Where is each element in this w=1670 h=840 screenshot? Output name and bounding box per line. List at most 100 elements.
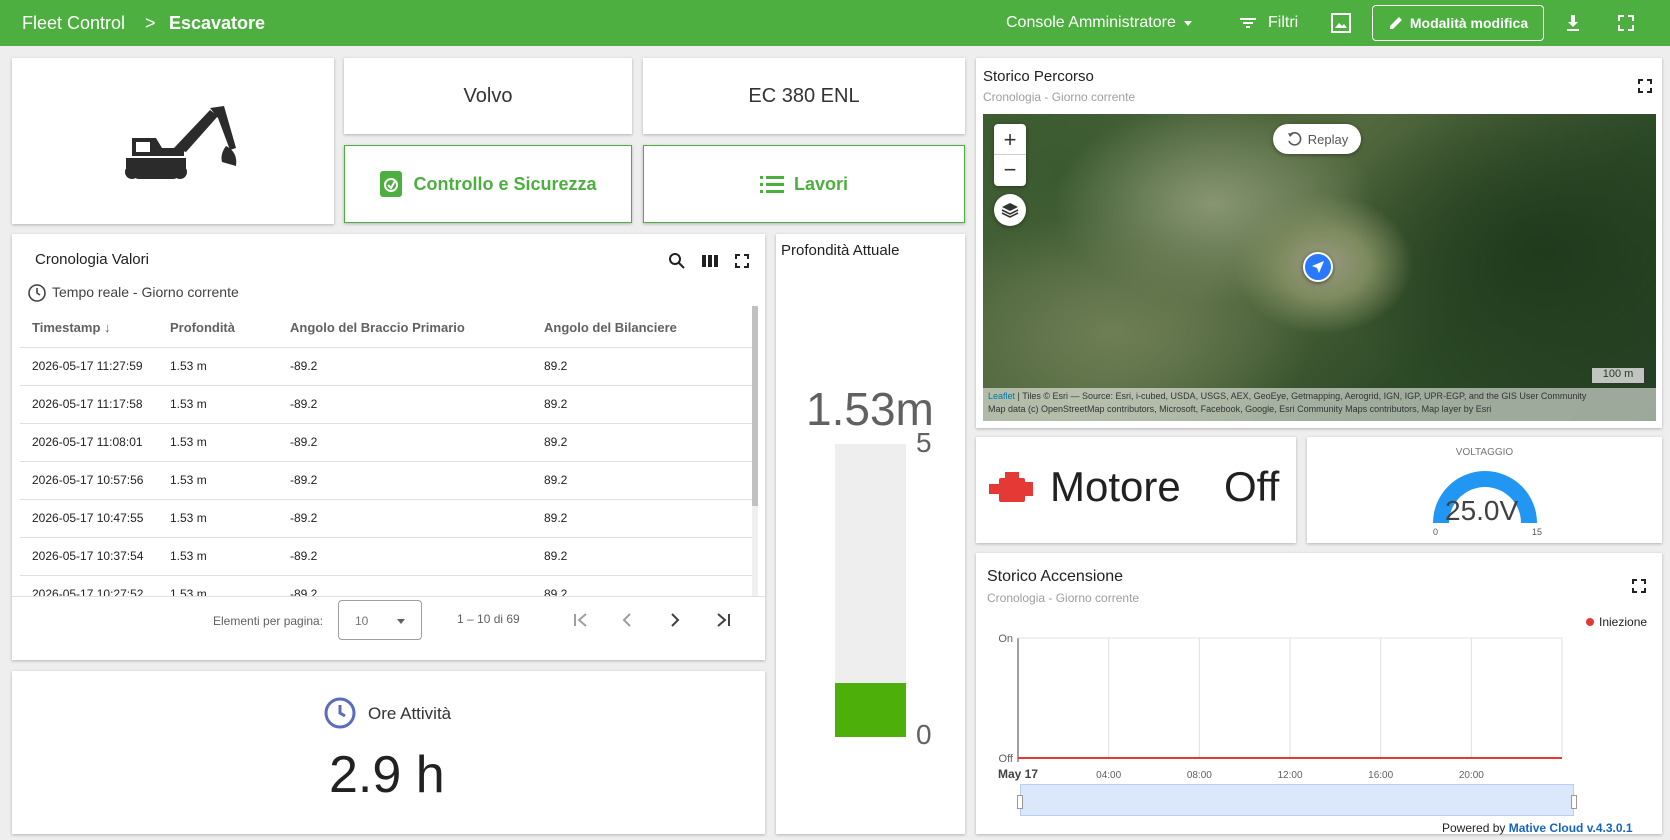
table-row[interactable]: 2026-05-17 11:08:01 1.53 m -89.2 89.2 xyxy=(20,423,756,462)
y-tick-label: Off xyxy=(999,753,1014,765)
last-page-icon[interactable] xyxy=(714,611,732,629)
brand-card: Volvo xyxy=(344,58,632,134)
first-page-icon[interactable] xyxy=(572,611,590,629)
fullscreen-icon xyxy=(1618,15,1634,31)
zoom-in-button[interactable]: + xyxy=(994,124,1026,155)
list-icon xyxy=(759,176,784,193)
leaflet-link[interactable]: Leaflet xyxy=(988,391,1015,401)
dashboard-image-button[interactable] xyxy=(1330,0,1352,46)
x-tick-label: 12:00 xyxy=(1277,770,1302,781)
column-header-depth[interactable]: Profondità xyxy=(158,309,278,348)
depth-value-label: 1.53m xyxy=(806,383,934,435)
replay-icon xyxy=(1287,132,1302,146)
engine-card: Motore Off xyxy=(976,437,1296,543)
top-bar: Fleet Control > Escavatore Console Ammin… xyxy=(0,0,1670,46)
console-selector[interactable]: Console Amministratore xyxy=(1006,0,1194,46)
next-page-icon[interactable] xyxy=(666,611,684,629)
model-label: EC 380 ENL xyxy=(748,84,860,107)
navigation-arrow-icon xyxy=(1312,261,1324,273)
sort-arrow-icon: ↓ xyxy=(104,320,111,336)
filters-label: Filtri xyxy=(1268,14,1299,31)
brand-link[interactable]: Mative Cloud v.4.3.0.1 xyxy=(1509,821,1633,835)
prev-page-icon[interactable] xyxy=(618,611,636,629)
engine-label: Motore xyxy=(1050,463,1181,510)
ignition-title: Storico Accensione xyxy=(987,568,1124,585)
filters-button[interactable]: Filtri xyxy=(1238,0,1298,46)
depth-min-label: 0 xyxy=(916,719,932,750)
expand-icon[interactable] xyxy=(1637,78,1653,94)
brand-label: Volvo xyxy=(463,84,513,107)
history-title: Cronologia Valori xyxy=(35,251,149,268)
safety-control-button[interactable]: Controllo e Sicurezza xyxy=(344,145,632,223)
breadcrumb-root[interactable]: Fleet Control xyxy=(22,13,125,34)
powered-by: Powered by Mative Cloud v.4.3.0.1 xyxy=(1442,821,1633,835)
caret-down-icon xyxy=(1183,21,1192,26)
safety-control-label: Controllo e Sicurezza xyxy=(413,173,597,194)
range-navigator[interactable] xyxy=(1017,784,1577,816)
vehicle-marker[interactable] xyxy=(1303,252,1333,282)
fullscreen-button[interactable] xyxy=(1617,0,1635,46)
satellite-map[interactable]: + − Replay 100 m Leaflet | Tiles © Esri … xyxy=(983,114,1656,421)
voltage-max-label: 15 xyxy=(1532,527,1543,537)
y-tick-label: On xyxy=(998,633,1013,645)
console-label: Console Amministratore xyxy=(1006,14,1176,31)
zoom-out-button[interactable]: − xyxy=(994,155,1026,185)
depth-bar-fill xyxy=(835,683,906,737)
map-scale: 100 m xyxy=(1591,368,1645,384)
table-header-row: Timestamp ↓ Profondità Angolo del Bracci… xyxy=(20,309,756,348)
voltage-card: VOLTAGGIO 25.0V 0 15 xyxy=(1307,437,1662,543)
vertical-scrollbar[interactable] xyxy=(752,306,758,596)
replay-label: Replay xyxy=(1307,131,1349,147)
history-table: Timestamp ↓ Profondità Angolo del Bracci… xyxy=(20,309,756,614)
depth-title: Profondità Attuale xyxy=(781,242,900,259)
jobs-button[interactable]: Lavori xyxy=(643,145,965,223)
column-header-boom-angle[interactable]: Angolo del Braccio Primario xyxy=(278,309,532,348)
activity-card: Ore Attività 2.9 h xyxy=(12,671,765,834)
ignition-chart: May 17 04:00 08:00 12:00 16:00 20:00 Off On xyxy=(998,633,1563,781)
x-tick-label: 20:00 xyxy=(1459,770,1484,781)
expand-icon[interactable] xyxy=(1631,578,1647,594)
paginator: Elementi per pagina: 10 1 – 10 di 69 xyxy=(12,596,765,648)
replay-button[interactable]: Replay xyxy=(1273,124,1361,154)
activity-value: 2.9 h xyxy=(329,746,445,804)
column-header-stick-angle[interactable]: Angolo del Bilanciere xyxy=(532,309,756,348)
excavator-icon xyxy=(125,106,237,179)
column-header-timestamp[interactable]: Timestamp ↓ xyxy=(20,309,158,348)
search-icon[interactable] xyxy=(668,252,686,270)
expand-icon[interactable] xyxy=(734,253,750,269)
page-size-value: 10 xyxy=(355,614,369,628)
layers-icon xyxy=(1001,203,1019,218)
table-row[interactable]: 2026-05-17 10:57:56 1.53 m -89.2 89.2 xyxy=(20,461,756,500)
map-subtitle: Cronologia - Giorno corrente xyxy=(983,90,1136,104)
activity-title: Ore Attività xyxy=(368,704,452,723)
depth-max-label: 5 xyxy=(916,427,932,458)
caret-down-icon xyxy=(397,619,405,624)
breadcrumb-separator: > xyxy=(145,13,156,33)
page-size-select[interactable]: 10 xyxy=(338,600,422,640)
table-row[interactable]: 2026-05-17 10:47:55 1.53 m -89.2 89.2 xyxy=(20,499,756,538)
x-tick-label: 08:00 xyxy=(1187,770,1212,781)
pencil-icon xyxy=(1389,17,1402,29)
download-icon xyxy=(1567,15,1579,31)
history-subtitle: Tempo reale - Giorno corrente xyxy=(52,284,239,300)
table-row[interactable]: 2026-05-17 10:37:54 1.53 m -89.2 89.2 xyxy=(20,537,756,576)
edit-mode-label: Modalità modifica xyxy=(1409,15,1529,31)
table-row[interactable]: 2026-05-17 11:17:58 1.53 m -89.2 89.2 xyxy=(20,385,756,424)
layers-button[interactable] xyxy=(994,194,1026,226)
clock-icon xyxy=(324,697,356,729)
safety-icon xyxy=(380,171,403,197)
page-size-label: Elementi per pagina: xyxy=(213,614,324,628)
jobs-label: Lavori xyxy=(793,173,849,194)
x-tick-label: 04:00 xyxy=(1096,770,1121,781)
edit-mode-button[interactable]: Modalità modifica xyxy=(1372,5,1544,41)
model-card: EC 380 ENL xyxy=(643,58,965,134)
download-button[interactable] xyxy=(1563,0,1583,46)
image-icon xyxy=(1331,13,1351,33)
range-handle-left[interactable] xyxy=(1017,795,1023,809)
map-card: Storico Percorso Cronologia - Giorno cor… xyxy=(976,58,1662,428)
engine-state: Off xyxy=(1224,463,1280,510)
table-row[interactable]: 2026-05-17 11:27:59 1.53 m -89.2 89.2 xyxy=(20,347,756,386)
columns-icon[interactable] xyxy=(701,252,719,270)
ignition-card: Storico Accensione Cronologia - Giorno c… xyxy=(976,553,1662,835)
range-handle-right[interactable] xyxy=(1571,795,1577,809)
